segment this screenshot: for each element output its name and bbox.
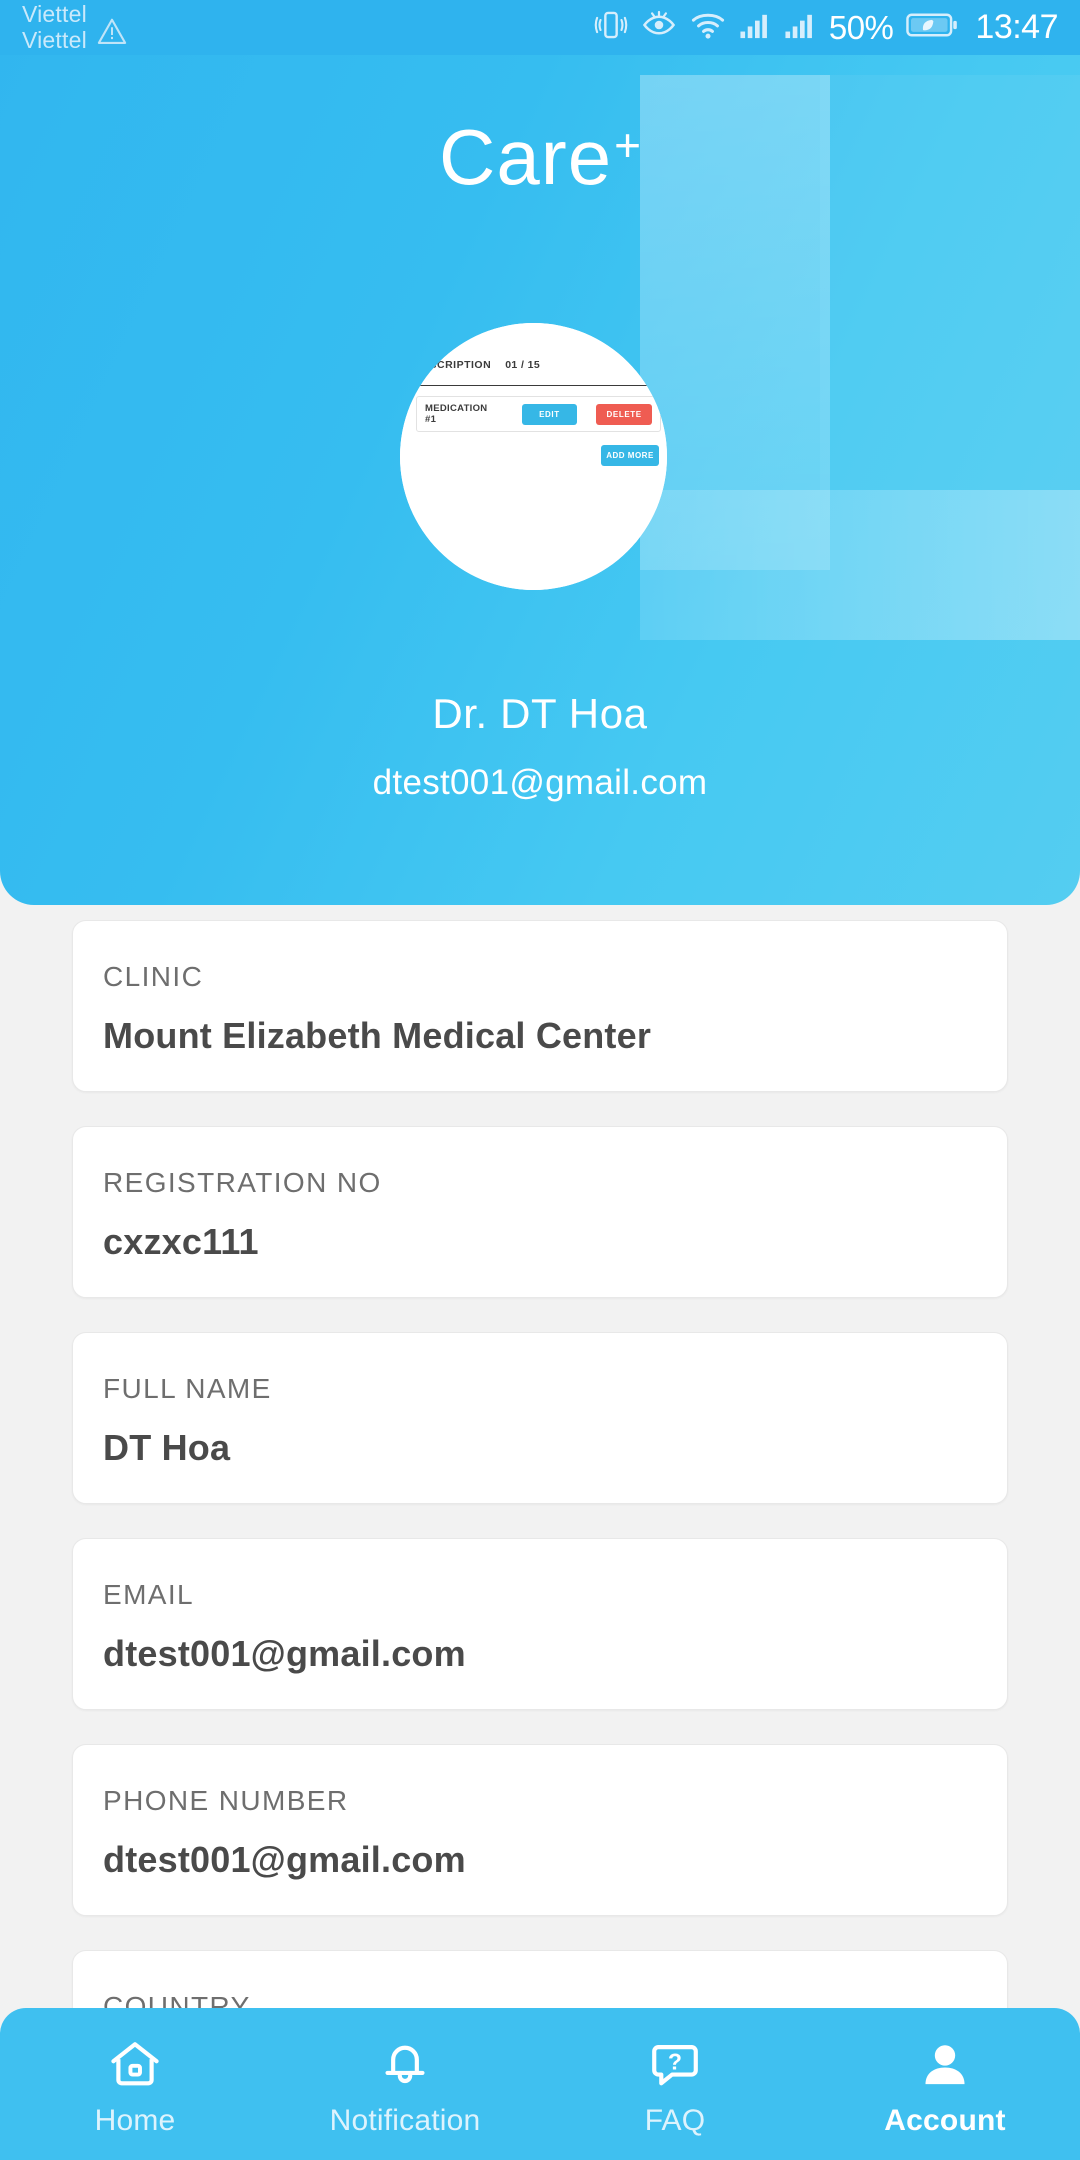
person-icon	[918, 2038, 972, 2092]
nav-item-label: Account	[884, 2104, 1006, 2137]
medication-delete-button: DELETE	[596, 403, 652, 425]
info-card[interactable]: PHONE NUMBER dtest001@gmail.com	[72, 1744, 1008, 1916]
nav-item-label: Notification	[329, 2104, 481, 2137]
carrier-info: Viettel Viettel	[22, 0, 127, 54]
nav-item-faq[interactable]: ? FAQ	[540, 2008, 810, 2160]
nav-item-label: Home	[94, 2104, 176, 2137]
carrier-names: Viettel Viettel	[22, 0, 87, 54]
info-card-label: PHONE NUMBER	[103, 1785, 349, 1816]
info-card[interactable]: REGISTRATION NO cxzxc111	[72, 1126, 1008, 1298]
profile-identity: Dr. DT Hoa dtest001@gmail.com	[0, 690, 1080, 803]
status-bar: Viettel Viettel 50% 13:47	[0, 0, 1080, 55]
prescription-count: 01 / 15	[505, 359, 541, 371]
app-logo-text: Care	[439, 113, 613, 201]
info-card-label: EMAIL	[103, 1579, 195, 1610]
prescription-header: ESCRIPTION 01 / 15	[422, 359, 657, 371]
header-decoration-shape-b	[640, 490, 1080, 640]
svg-text:?: ?	[668, 2049, 682, 2075]
profile-info-card-list: CLINIC Mount Elizabeth Medical Center REGI…	[0, 920, 1080, 2092]
info-card-label: FULL NAME	[103, 1373, 272, 1404]
wifi-icon	[690, 9, 726, 46]
carrier-name-1: Viettel	[22, 0, 87, 27]
medication-row: MEDICATION #1 EDIT DELETE	[416, 396, 661, 432]
bell-icon	[378, 2038, 432, 2092]
profile-email: dtest001@gmail.com	[372, 763, 708, 802]
nav-item-label: FAQ	[644, 2104, 706, 2137]
status-bar-clock: 13:47	[975, 8, 1058, 46]
app-root: Care + ESCRIPTION 01 / 15 MEDICATION #1 …	[0, 0, 1080, 2160]
carrier-name-2: Viettel	[22, 26, 87, 53]
prescription-divider	[408, 385, 667, 386]
info-card[interactable]: EMAIL dtest001@gmail.com	[72, 1538, 1008, 1710]
info-card-value: dtest001@gmail.com	[103, 1633, 466, 1674]
info-card-label: REGISTRATION NO	[103, 1167, 382, 1198]
signal-sim1-icon	[739, 10, 771, 45]
vibrate-icon	[594, 8, 628, 47]
profile-name: Dr. DT Hoa	[432, 690, 648, 737]
status-icons: 50% 13:47	[594, 8, 1058, 47]
warning-triangle-icon	[97, 17, 127, 45]
battery-percent: 50%	[828, 8, 894, 46]
nav-item-home[interactable]: Home	[0, 2008, 270, 2160]
info-card-label: CLINIC	[103, 961, 204, 992]
info-card-value: Mount Elizabeth Medical Center	[103, 1015, 652, 1056]
bottom-navigation-bar: Home Notification? FAQ Account	[0, 2008, 1080, 2160]
medication-label: MEDICATION #1	[425, 403, 488, 425]
info-card[interactable]: CLINIC Mount Elizabeth Medical Center	[72, 920, 1008, 1092]
add-more-button: ADD MORE	[601, 445, 659, 466]
info-card-value: dtest001@gmail.com	[103, 1839, 466, 1880]
home-icon	[108, 2038, 162, 2092]
profile-avatar[interactable]: ESCRIPTION 01 / 15 MEDICATION #1 EDIT DE…	[400, 323, 667, 590]
info-card-value: DT Hoa	[103, 1427, 231, 1468]
avatar-prescription-thumbnail: ESCRIPTION 01 / 15 MEDICATION #1 EDIT DE…	[400, 323, 667, 590]
eye-comfort-icon	[641, 8, 677, 47]
nav-item-account[interactable]: Account	[810, 2008, 1080, 2160]
info-card[interactable]: FULL NAME DT Hoa	[72, 1332, 1008, 1504]
nav-item-notification[interactable]: Notification	[270, 2008, 540, 2160]
signal-sim2-icon	[784, 10, 816, 45]
info-card-value: cxzxc111	[103, 1221, 259, 1262]
prescription-title: ESCRIPTION	[422, 359, 492, 371]
medication-edit-button: EDIT	[521, 403, 578, 425]
battery-saver-icon	[906, 10, 958, 45]
question-chat-icon: ?	[648, 2038, 702, 2092]
app-logo-plus-icon: +	[614, 119, 641, 171]
app-logo: Care +	[0, 118, 1080, 196]
